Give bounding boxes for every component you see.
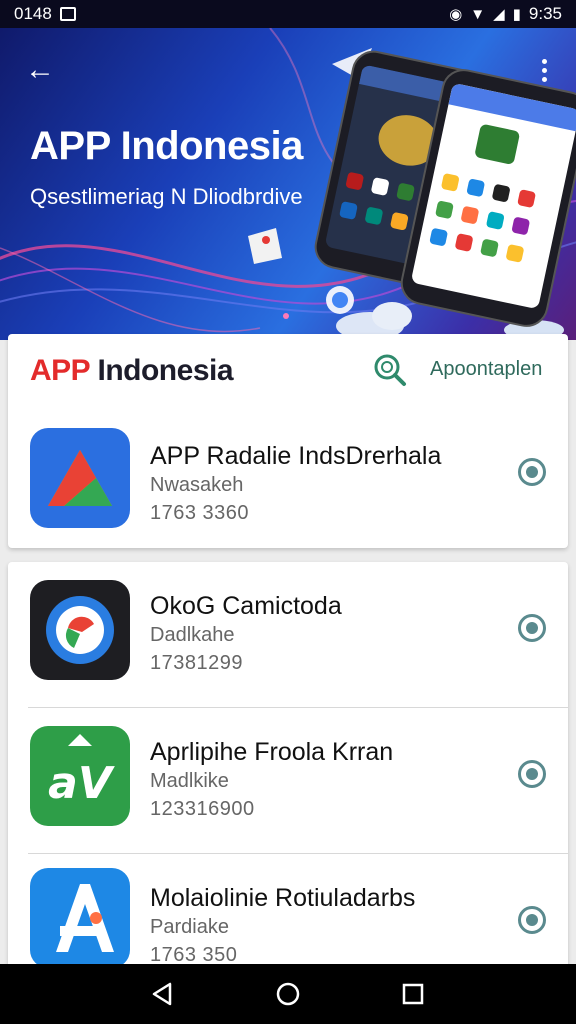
apps-link[interactable]: Apoontaplen bbox=[430, 358, 542, 381]
chrome-circle-icon bbox=[30, 580, 130, 680]
app-list: OkoG Camictoda Dadlkahe 17381299 aV Aprl… bbox=[8, 562, 568, 982]
alarm-icon: ◉ bbox=[449, 5, 463, 23]
app-name: OkoG Camictoda bbox=[150, 592, 342, 620]
app-number: 123316900 bbox=[150, 798, 255, 820]
wifi-icon: ▼ bbox=[470, 5, 486, 23]
list-item[interactable]: aV Aprlipihe Froola Krran Madlkike 12331… bbox=[8, 708, 568, 854]
list-item[interactable]: Molaiolinie Rotiuladarbs Pardiake 1763 3… bbox=[8, 854, 568, 982]
app-subtitle: Dadlkahe bbox=[150, 624, 235, 646]
hero-subtitle: Qsestlimeriag N Dliodbrdive bbox=[30, 184, 303, 209]
app-name: Aprlipihe Froola Krran bbox=[150, 738, 394, 766]
app-subtitle: Madlkike bbox=[150, 770, 229, 792]
featured-app-subtitle: Nwasakeh bbox=[150, 474, 244, 496]
featured-app-row[interactable]: APP Radalie IndsDrerhala Nwasakeh 1763 3… bbox=[8, 412, 568, 558]
notification-icon bbox=[59, 7, 76, 21]
status-time-left: 0148 bbox=[14, 4, 52, 23]
triangle-play-icon bbox=[30, 428, 130, 528]
status-bar: 0148 ◉ ▼ ◢ ▮ 9:35 bbox=[0, 0, 576, 28]
home-circle-icon[interactable] bbox=[268, 974, 308, 1014]
app-name: Molaiolinie Rotiuladarbs bbox=[150, 884, 416, 912]
back-arrow-icon[interactable]: ← bbox=[20, 50, 60, 90]
featured-app-number: 1763 3360 bbox=[150, 502, 250, 524]
svg-text:aV: aV bbox=[48, 758, 115, 809]
hero-title: APP Indonesia bbox=[30, 124, 303, 168]
brand-logo: APP Indonesia bbox=[30, 354, 234, 388]
featured-card: APP Indonesia Apoontaplen APP Radalie In… bbox=[8, 334, 568, 548]
app-radio[interactable] bbox=[518, 760, 546, 788]
search-icon[interactable] bbox=[372, 352, 408, 388]
app-store-a-icon bbox=[30, 868, 130, 968]
app-radio[interactable] bbox=[518, 614, 546, 642]
app-number: 17381299 bbox=[150, 652, 243, 674]
recents-square-icon[interactable] bbox=[393, 974, 433, 1014]
hero-banner: ← APP Indonesia Qsestlimeriag N Dliodbrd… bbox=[0, 28, 576, 340]
brand-dark-text: Indonesia bbox=[97, 354, 234, 387]
signal-icon: ◢ bbox=[493, 5, 505, 23]
list-item[interactable]: OkoG Camictoda Dadlkahe 17381299 bbox=[8, 562, 568, 708]
app-radio[interactable] bbox=[518, 906, 546, 934]
av-letters-icon: aV bbox=[30, 726, 130, 826]
overflow-menu-icon[interactable] bbox=[526, 50, 562, 90]
featured-app-name: APP Radalie IndsDrerhala bbox=[150, 442, 442, 470]
status-time-right: 9:35 bbox=[528, 4, 562, 23]
navigation-bar bbox=[0, 964, 576, 1024]
back-triangle-icon[interactable] bbox=[143, 974, 183, 1014]
battery-icon: ▮ bbox=[512, 5, 521, 23]
app-subtitle: Pardiake bbox=[150, 916, 229, 938]
brand-red-text: APP bbox=[30, 354, 90, 387]
featured-app-radio[interactable] bbox=[518, 458, 546, 486]
